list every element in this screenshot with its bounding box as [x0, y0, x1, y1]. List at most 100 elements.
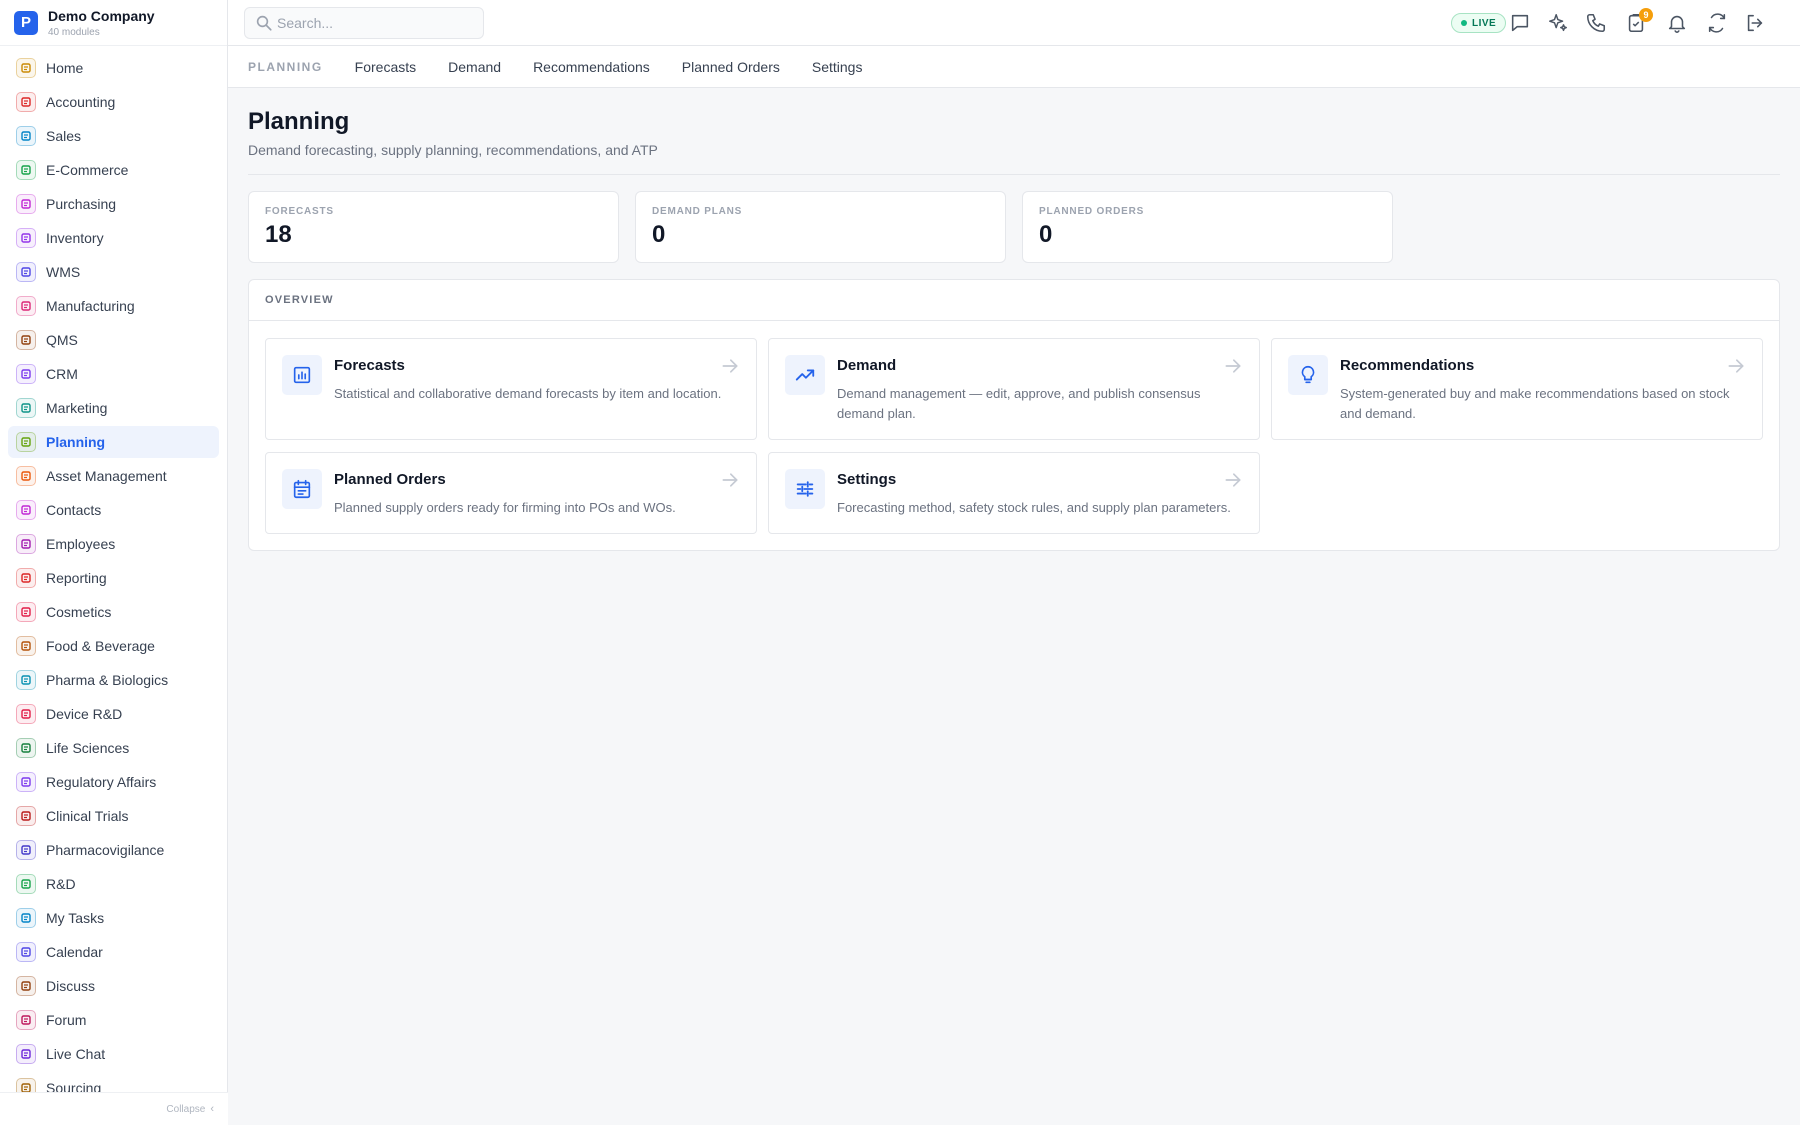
- card-forecasts[interactable]: Forecasts Statistical and collaborative …: [265, 338, 757, 440]
- sidebar-item-accounting[interactable]: Accounting: [8, 86, 219, 118]
- cart-icon: [16, 194, 36, 214]
- sidebar-item-cosmetics[interactable]: Cosmetics: [8, 596, 219, 628]
- overview-panel: OVERVIEW Forecasts Statistical and colla…: [248, 279, 1780, 551]
- sidebar-item-label: Live Chat: [46, 1046, 106, 1062]
- phone-icon: [1586, 13, 1606, 33]
- archive-box-icon: [16, 228, 36, 248]
- chevron-left-icon: ‹: [210, 1103, 214, 1115]
- storefront-icon: [16, 160, 36, 180]
- sidebar-item-food-beverage[interactable]: Food & Beverage: [8, 630, 219, 662]
- sidebar-item-employees[interactable]: Employees: [8, 528, 219, 560]
- sidebar-item-my-tasks[interactable]: My Tasks: [8, 902, 219, 934]
- factory-icon: [16, 296, 36, 316]
- card-title: Demand: [837, 357, 897, 374]
- search-box[interactable]: [244, 7, 484, 39]
- sidebar-item-sourcing[interactable]: Sourcing: [8, 1072, 219, 1092]
- sidebar-item-contacts[interactable]: Contacts: [8, 494, 219, 526]
- gavel-icon: [16, 772, 36, 792]
- arrow-right-icon: [1728, 359, 1744, 373]
- logout-icon: [1747, 14, 1763, 32]
- sidebar-item-label: R&D: [46, 876, 76, 892]
- sidebar-item-clinical-trials[interactable]: Clinical Trials: [8, 800, 219, 832]
- card-description: Statistical and collaborative demand for…: [334, 386, 722, 401]
- sidebar-item-reporting[interactable]: Reporting: [8, 562, 219, 594]
- subnav-section-label: PLANNING: [248, 59, 323, 74]
- sidebar-item-discuss[interactable]: Discuss: [8, 970, 219, 1002]
- sourcing-icon: [16, 1078, 36, 1092]
- ai-assistant-button[interactable]: [1546, 11, 1570, 35]
- phone-button[interactable]: [1584, 11, 1608, 35]
- sidebar-item-e-commerce[interactable]: E-Commerce: [8, 154, 219, 186]
- card-description: Demand management — edit, approve, and p…: [837, 386, 1201, 421]
- sidebar-item-wms[interactable]: WMS: [8, 256, 219, 288]
- sidebar-item-planning[interactable]: Planning: [8, 426, 219, 458]
- search-input[interactable]: [277, 15, 467, 31]
- sidebar-item-qms[interactable]: QMS: [8, 324, 219, 356]
- card-description: Forecasting method, safety stock rules, …: [837, 500, 1231, 515]
- sidebar-item-label: Sourcing: [46, 1080, 102, 1092]
- microscope-icon: [16, 738, 36, 758]
- stat-value: 18: [265, 221, 292, 248]
- sidebar-item-calendar[interactable]: Calendar: [8, 936, 219, 968]
- sidebar-item-label: QMS: [46, 332, 78, 348]
- card-settings[interactable]: Settings Forecasting method, safety stoc…: [768, 452, 1260, 534]
- id-badge-icon: [16, 534, 36, 554]
- tab-settings[interactable]: Settings: [812, 59, 863, 75]
- sidebar-item-crm[interactable]: CRM: [8, 358, 219, 390]
- sidebar-item-regulatory-affairs[interactable]: Regulatory Affairs: [8, 766, 219, 798]
- sidebar-item-pharmacovigilance[interactable]: Pharmacovigilance: [8, 834, 219, 866]
- brand-header[interactable]: P Demo Company 40 modules: [0, 0, 227, 46]
- tab-recommendations[interactable]: Recommendations: [533, 59, 650, 75]
- sidebar-item-inventory[interactable]: Inventory: [8, 222, 219, 254]
- bar-chart-icon: [16, 568, 36, 588]
- sidebar-item-r-d[interactable]: R&D: [8, 868, 219, 900]
- tab-demand[interactable]: Demand: [448, 59, 501, 75]
- sidebar-item-marketing[interactable]: Marketing: [8, 392, 219, 424]
- sidebar-item-purchasing[interactable]: Purchasing: [8, 188, 219, 220]
- logout-button[interactable]: [1743, 11, 1767, 35]
- approvals-button[interactable]: 9: [1624, 8, 1653, 35]
- arrow-right-icon: [722, 473, 738, 487]
- card-description: Planned supply orders ready for firming …: [334, 500, 676, 515]
- card-planned-orders[interactable]: Planned Orders Planned supply orders rea…: [265, 452, 757, 534]
- tab-planned-orders[interactable]: Planned Orders: [682, 59, 780, 75]
- sidebar-item-label: WMS: [46, 264, 81, 280]
- lotus-icon: [16, 602, 36, 622]
- card-recommendations[interactable]: Recommendations System-generated buy and…: [1271, 338, 1763, 440]
- card-title: Forecasts: [334, 357, 405, 374]
- sidebar-item-label: Calendar: [46, 944, 103, 960]
- divider: [248, 174, 1780, 175]
- stat-value: 0: [652, 221, 666, 248]
- notification-count-badge: 9: [1639, 8, 1653, 22]
- sidebar-item-pharma-biologics[interactable]: Pharma & Biologics: [8, 664, 219, 696]
- sidebar-item-label: Clinical Trials: [46, 808, 129, 824]
- notifications-button[interactable]: [1665, 11, 1689, 35]
- tab-forecasts[interactable]: Forecasts: [355, 59, 416, 75]
- collapse-button[interactable]: Collapse ‹: [0, 1092, 228, 1125]
- sync-icon: [1708, 13, 1726, 33]
- collapse-label: Collapse: [166, 1103, 206, 1115]
- calendar-list-icon: [282, 469, 322, 509]
- shield-icon: [16, 840, 36, 860]
- stat-card-demand-plans: DEMAND PLANS 0: [635, 191, 1006, 263]
- module-count: 40 modules: [48, 26, 100, 38]
- sidebar-item-asset-management[interactable]: Asset Management: [8, 460, 219, 492]
- sidebar-item-forum[interactable]: Forum: [8, 1004, 219, 1036]
- stats-row: FORECASTS 18 DEMAND PLANS 0 PLANNED ORDE…: [248, 191, 1780, 263]
- forum-icon: [16, 1010, 36, 1030]
- sidebar-item-sales[interactable]: Sales: [8, 120, 219, 152]
- sidebar-nav: Home Accounting Sales E-Commerce Purchasing I…: [8, 52, 219, 1092]
- sidebar-item-label: E-Commerce: [46, 162, 129, 178]
- switch-company-button[interactable]: [1705, 11, 1729, 35]
- stat-label: FORECASTS: [265, 206, 334, 217]
- sidebar-item-device-r-d[interactable]: Device R&D: [8, 698, 219, 730]
- bank-icon: [16, 92, 36, 112]
- sidebar-item-manufacturing[interactable]: Manufacturing: [8, 290, 219, 322]
- card-demand[interactable]: Demand Demand management — edit, approve…: [768, 338, 1260, 440]
- sidebar-item-live-chat[interactable]: Live Chat: [8, 1038, 219, 1070]
- sidebar-item-life-sciences[interactable]: Life Sciences: [8, 732, 219, 764]
- sidebar-item-label: Contacts: [46, 502, 102, 518]
- badge-person-icon: [16, 126, 36, 146]
- messages-button[interactable]: [1508, 11, 1532, 35]
- sidebar-item-home[interactable]: Home: [8, 52, 219, 84]
